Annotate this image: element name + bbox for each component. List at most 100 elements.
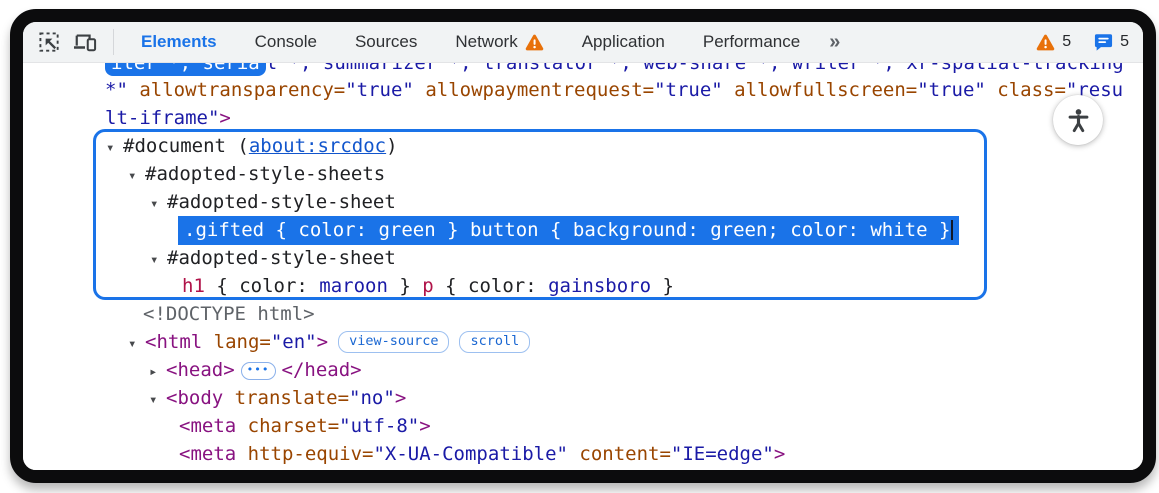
more-tabs-chevron-icon[interactable]: » bbox=[819, 31, 850, 54]
code-text: charset= bbox=[236, 415, 339, 437]
code-text: "utf-8" bbox=[339, 415, 419, 437]
iframe-allow-attr-clipped-line[interactable]: iter *; serial *; summarizer *; translat… bbox=[23, 63, 1143, 76]
code-text: l *; summarizer *; translator *; web-sha… bbox=[266, 63, 1124, 74]
code-text: <head> bbox=[166, 359, 235, 381]
tab-performance[interactable]: Performance bbox=[684, 22, 819, 63]
elements-panel-dom-tree: iter *; serial *; summarizer *; translat… bbox=[23, 63, 1143, 470]
code-text: { color: bbox=[205, 275, 319, 297]
code-text: "true" bbox=[917, 79, 997, 101]
css-rule-text[interactable]: h1 { color: maroon } p { color: gainsbor… bbox=[23, 272, 1143, 300]
code-text: #adopted-style-sheets bbox=[145, 163, 385, 185]
code-text: #document bbox=[123, 135, 226, 157]
css-rule-selected[interactable]: .gifted { color: green } button { backgr… bbox=[23, 216, 1143, 244]
accessibility-button[interactable] bbox=[1053, 95, 1103, 145]
adopted-style-sheet-node-2[interactable]: ▾#adopted-style-sheet bbox=[23, 244, 1143, 272]
code-text: <meta bbox=[179, 415, 236, 437]
disclosure-down-icon[interactable]: ▾ bbox=[150, 246, 167, 274]
tab-label: Console bbox=[255, 32, 317, 52]
code-text: http-equiv= bbox=[236, 443, 373, 465]
code-text: "no" bbox=[349, 387, 395, 409]
doctype-node[interactable]: <!DOCTYPE html> bbox=[23, 300, 1143, 328]
code-text: ) bbox=[386, 135, 397, 157]
console-messages-icon[interactable] bbox=[1093, 32, 1113, 52]
disclosure-down-icon[interactable]: ▾ bbox=[128, 330, 145, 358]
code-text: p bbox=[422, 275, 433, 297]
element-badge-view-source[interactable]: view-source bbox=[338, 331, 449, 353]
tab-console[interactable]: Console bbox=[236, 22, 336, 63]
code-text: > bbox=[395, 387, 406, 409]
body-node[interactable]: ▾<body translate="no"> bbox=[23, 384, 1143, 412]
toggle-device-toolbar-icon[interactable] bbox=[72, 29, 98, 55]
code-text: <body bbox=[166, 387, 223, 409]
tab-elements[interactable]: Elements bbox=[122, 22, 236, 63]
issue-badges: 5 5 bbox=[1035, 32, 1129, 52]
warning-triangle-icon bbox=[525, 34, 544, 51]
code-text: maroon bbox=[319, 275, 388, 297]
code-text: > bbox=[774, 443, 785, 465]
devtools-toolbar: Elements Console Sources Network Applicatio… bbox=[23, 22, 1143, 63]
code-text: class= bbox=[997, 79, 1066, 101]
code-text: "en" bbox=[271, 331, 317, 353]
code-text: iter *; seria bbox=[105, 63, 266, 76]
text-caret bbox=[951, 220, 953, 240]
meta-charset-node[interactable]: <meta charset="utf-8"> bbox=[23, 412, 1143, 440]
disclosure-down-icon[interactable]: ▾ bbox=[149, 386, 166, 414]
code-text: ( bbox=[226, 135, 249, 157]
tab-application[interactable]: Application bbox=[563, 22, 684, 63]
tab-label: Application bbox=[582, 32, 665, 52]
code-text: "IE=edge" bbox=[671, 443, 774, 465]
message-count: 5 bbox=[1120, 33, 1129, 51]
code-text: allowtransparency= bbox=[139, 79, 345, 101]
html-node[interactable]: ▾<html lang="en"> view-source scroll bbox=[23, 328, 1143, 356]
iframe-tag-close-line[interactable]: lt-iframe"> bbox=[23, 104, 1143, 132]
document-url-link[interactable]: about:srcdoc bbox=[249, 135, 386, 157]
code-text: #adopted-style-sheet bbox=[167, 247, 396, 269]
expand-inline-button[interactable]: ••• bbox=[241, 362, 276, 380]
warning-triangle-icon[interactable] bbox=[1035, 32, 1055, 52]
code-text: } bbox=[651, 275, 674, 297]
dom-tree-rows: iter *; serial *; summarizer *; translat… bbox=[23, 63, 1143, 468]
adopted-style-sheet-node-1[interactable]: ▾#adopted-style-sheet bbox=[23, 188, 1143, 216]
code-text: translate= bbox=[223, 387, 349, 409]
meta-http-equiv-node[interactable]: <meta http-equiv="X-UA-Compatible" conte… bbox=[23, 440, 1143, 468]
code-text: #adopted-style-sheet bbox=[167, 191, 396, 213]
tab-network[interactable]: Network bbox=[436, 22, 562, 63]
error-count: 5 bbox=[1062, 33, 1071, 51]
disclosure-right-icon[interactable]: ▸ bbox=[149, 358, 166, 386]
code-text: allowfullscreen= bbox=[734, 79, 917, 101]
element-badge-scroll[interactable]: scroll bbox=[459, 331, 530, 353]
adopted-style-sheets-node[interactable]: ▾#adopted-style-sheets bbox=[23, 160, 1143, 188]
code-text: > bbox=[317, 331, 328, 353]
code-text: gainsboro bbox=[548, 275, 651, 297]
code-text: lang= bbox=[202, 331, 271, 353]
code-text: "true" bbox=[345, 79, 425, 101]
toolbar-separator bbox=[113, 29, 114, 55]
devtools-window: Elements Console Sources Network Applicatio… bbox=[10, 9, 1156, 483]
code-text: content= bbox=[568, 443, 671, 465]
tab-sources[interactable]: Sources bbox=[336, 22, 436, 63]
inspect-element-icon[interactable] bbox=[36, 29, 62, 55]
code-text: > bbox=[219, 107, 230, 129]
accessibility-person-icon bbox=[1065, 107, 1092, 134]
iframe-attributes-line[interactable]: *" allowtransparency="true" allowpayment… bbox=[23, 76, 1143, 104]
code-text: <html bbox=[145, 331, 202, 353]
tab-label: Network bbox=[455, 32, 517, 52]
code-text: } bbox=[388, 275, 422, 297]
code-text: h1 bbox=[182, 275, 205, 297]
code-text: *" bbox=[105, 79, 139, 101]
code-text: "true" bbox=[654, 79, 734, 101]
disclosure-down-icon[interactable]: ▾ bbox=[128, 162, 145, 190]
disclosure-down-icon[interactable]: ▾ bbox=[150, 190, 167, 218]
disclosure-down-icon[interactable]: ▾ bbox=[106, 134, 123, 162]
code-text: allowpaymentrequest= bbox=[425, 79, 654, 101]
tab-label: Performance bbox=[703, 32, 800, 52]
code-text: lt-iframe" bbox=[105, 107, 219, 129]
head-node[interactable]: ▸<head>•••</head> bbox=[23, 356, 1143, 384]
code-text: <!DOCTYPE html> bbox=[143, 303, 315, 325]
code-text: <meta bbox=[179, 443, 236, 465]
tab-label: Sources bbox=[355, 32, 417, 52]
code-text: { color: bbox=[434, 275, 548, 297]
tab-label: Elements bbox=[141, 32, 217, 52]
code-text: .gifted { color: green } button { backgr… bbox=[184, 219, 950, 241]
document-node[interactable]: ▾#document (about:srcdoc) bbox=[23, 132, 1143, 160]
